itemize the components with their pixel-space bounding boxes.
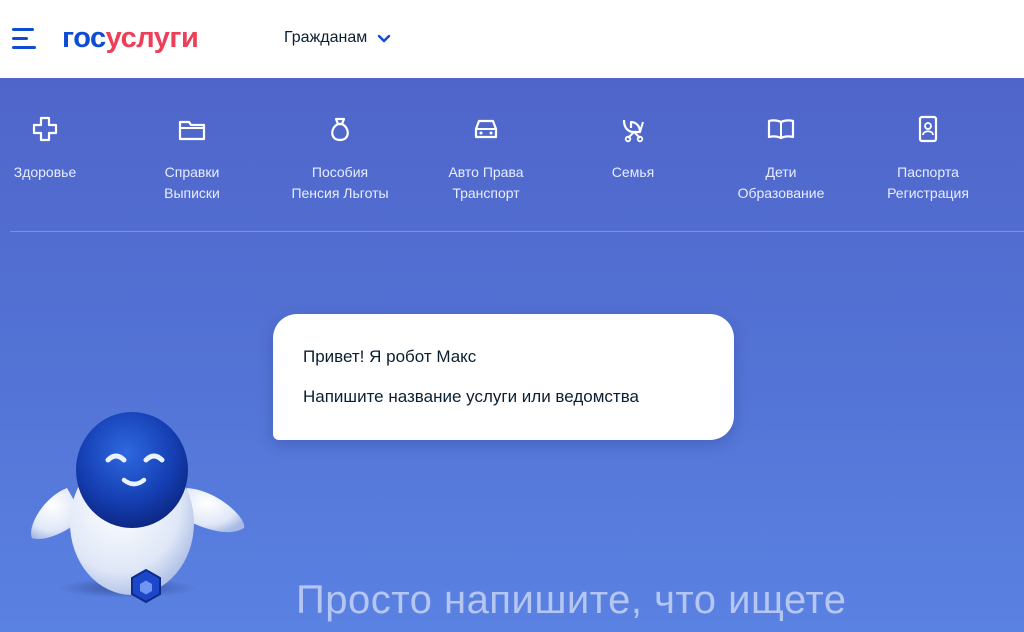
category-passports[interactable]: Паспорта Регистрация (853, 114, 1003, 204)
role-label: Гражданам (284, 29, 368, 46)
category-label: Здоровье (13, 164, 77, 180)
category-nav: Здоровье Справки Выписки Пособия Пенсия … (0, 78, 1024, 228)
role-selector[interactable]: Гражданам (284, 26, 391, 50)
car-icon (474, 119, 498, 139)
chat-greeting: Привет! Я робот Макс (303, 347, 477, 366)
category-label: Авто Права (448, 164, 524, 180)
robot-chat-bubble: Привет! Я робот Макс Напишите название у… (273, 314, 734, 440)
logo-part-uslugi: услуги (105, 22, 199, 54)
top-header: госуслуги Гражданам (0, 0, 1024, 78)
category-label: Паспорта (897, 164, 959, 180)
baby-stroller-icon (622, 119, 644, 143)
gosuslugi-logo[interactable]: госуслуги (62, 18, 199, 58)
health-plus-icon (32, 116, 58, 142)
category-label-2: Образование (737, 185, 825, 201)
main-banner: Здоровье Справки Выписки Пособия Пенсия … (0, 78, 1024, 632)
category-benefits[interactable]: Пособия Пенсия Льготы (265, 114, 415, 204)
category-label-2: Транспорт (452, 185, 520, 201)
hamburger-menu-icon[interactable] (12, 28, 38, 50)
passport-icon (918, 115, 938, 143)
category-children[interactable]: Дети Образование (706, 114, 856, 204)
category-family[interactable]: Семья (558, 114, 708, 183)
category-label-2: Выписки (164, 185, 220, 201)
category-label: Справки (164, 164, 220, 180)
category-auto[interactable]: Авто Права Транспорт (411, 114, 561, 204)
category-label: Пособия (311, 164, 369, 180)
category-label: Дети (765, 164, 797, 180)
search-prompt-heading: Просто напишите, что ищете (296, 578, 847, 622)
category-certificates[interactable]: Справки Выписки (117, 114, 267, 204)
folder-icon (178, 120, 206, 141)
category-health[interactable]: Здоровье (0, 114, 120, 183)
chevron-down-icon (378, 34, 391, 43)
section-divider (10, 231, 1024, 232)
chat-instruction: Напишите название услуги или ведомства (303, 387, 639, 406)
robot-max-mascot (31, 412, 245, 604)
logo-part-gos: гос (62, 22, 106, 54)
money-bag-icon (331, 117, 349, 142)
category-label-2: Пенсия Льготы (291, 185, 389, 201)
open-book-icon (767, 119, 795, 140)
category-label-2: Регистрация (887, 185, 969, 201)
category-label: Семья (611, 164, 655, 180)
